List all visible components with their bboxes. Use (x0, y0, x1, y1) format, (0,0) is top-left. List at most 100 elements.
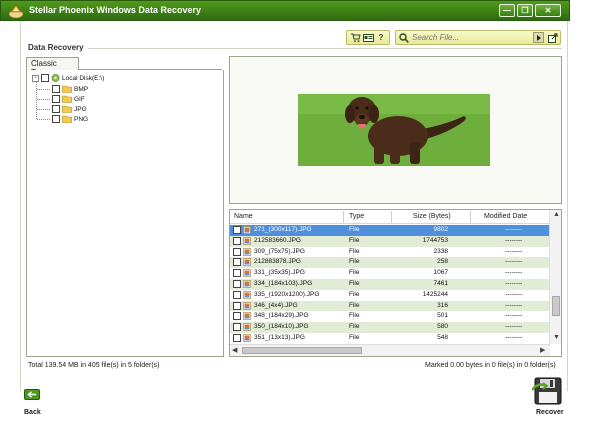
cell-modified: -------- (505, 312, 523, 320)
back-button[interactable] (24, 389, 40, 400)
table-row[interactable]: 212583660.JPG File 1744753 -------- (230, 235, 550, 247)
tree-folder-bmp[interactable]: BMP (52, 84, 88, 94)
cell-modified: -------- (505, 301, 523, 309)
scroll-down-icon[interactable]: ▼ (553, 334, 560, 341)
cell-size: 1067 (433, 269, 448, 277)
table-row[interactable]: 271_(300x117).JPG File 9802 -------- (230, 225, 550, 236)
help-icon[interactable]: ? (375, 32, 387, 43)
table-row[interactable]: 334_(184x103).JPG File 7461 -------- (230, 278, 550, 290)
cell-type: File (349, 226, 360, 233)
tree-folder-png[interactable]: PNG (52, 114, 88, 124)
vertical-scroll-thumb[interactable] (552, 296, 560, 316)
cell-modified: -------- (505, 290, 523, 298)
column-size[interactable]: Size (Bytes) (413, 213, 451, 220)
scroll-left-icon[interactable]: ◀ (232, 346, 237, 354)
row-checkbox[interactable] (233, 312, 241, 321)
floppy-recover-icon (531, 377, 562, 405)
cell-name: 346_(4x4).JPG (254, 301, 298, 309)
column-name[interactable]: Name (234, 213, 253, 220)
close-button[interactable]: ✕ (535, 4, 561, 17)
horizontal-scrollbar[interactable]: ◀ ▶ (230, 344, 550, 356)
tree-folder-label: GIF (74, 95, 85, 103)
column-separator (470, 211, 471, 223)
tab-classic-tree[interactable]: Classic Tree (26, 57, 79, 77)
cell-modified: -------- (505, 236, 523, 244)
tree-folder-gif[interactable]: GIF (52, 94, 85, 104)
recover-label[interactable]: Recover (536, 409, 564, 416)
cell-size: 501 (437, 312, 448, 320)
cell-type: File (349, 312, 360, 320)
cell-type: File (349, 290, 360, 298)
cell-modified: -------- (505, 323, 523, 331)
tree-root-local-disk[interactable]: − Local Disk(E:\) (32, 73, 104, 83)
back-arrow-icon (27, 391, 36, 398)
row-checkbox[interactable] (233, 279, 241, 288)
table-row[interactable]: 346_(4x4).JPG File 316 -------- (230, 300, 550, 312)
column-modified[interactable]: Modified Date (484, 213, 527, 220)
folder-checkbox[interactable] (52, 115, 60, 123)
cell-name: 350_(184x10).JPG (254, 323, 309, 331)
tree-connector (37, 109, 50, 110)
column-type[interactable]: Type (349, 213, 364, 220)
row-checkbox[interactable] (233, 247, 241, 256)
row-checkbox[interactable] (233, 301, 241, 310)
tree-folder-jpg[interactable]: JPG (52, 104, 87, 114)
section-divider (88, 48, 562, 49)
table-row[interactable]: 348_(184x29).JPG File 501 -------- (230, 311, 550, 322)
table-row[interactable]: 335_(1920x1200).JPG File 1425244 -------- (230, 290, 550, 301)
tree-root-label: Local Disk(E:\) (62, 74, 105, 82)
toolbar-group: ? (346, 30, 390, 45)
table-row[interactable]: 212883878.JPG File 258 -------- (230, 257, 550, 269)
row-checkbox[interactable] (233, 226, 241, 234)
card-icon[interactable] (362, 32, 374, 43)
row-checkbox[interactable] (233, 290, 241, 299)
go-arrow-icon[interactable] (533, 32, 544, 43)
cell-name: 212883878.JPG (254, 258, 301, 266)
table-row[interactable]: 350_(184x10).JPG File 580 -------- (230, 322, 550, 333)
horizontal-scroll-thumb[interactable] (242, 347, 362, 354)
back-label[interactable]: Back (24, 409, 41, 416)
folder-checkbox[interactable] (52, 95, 60, 103)
scroll-right-icon[interactable]: ▶ (540, 346, 545, 354)
cell-size: 316 (437, 301, 448, 309)
image-file-icon (243, 258, 251, 267)
export-icon[interactable] (547, 32, 558, 43)
tree-folder-label: BMP (74, 85, 89, 93)
search-input[interactable] (412, 32, 528, 43)
row-checkbox[interactable] (233, 269, 241, 278)
cell-type: File (349, 247, 360, 255)
vertical-scrollbar[interactable]: ▲ ▼ (549, 210, 561, 344)
preview-image-dog (298, 94, 490, 166)
table-row[interactable]: 331_(35x35).JPG File 1067 -------- (230, 268, 550, 279)
row-checkbox[interactable] (233, 236, 241, 245)
image-file-icon (243, 269, 251, 277)
minimize-button[interactable]: — (499, 4, 515, 17)
cell-size: 9802 (433, 226, 448, 233)
table-row[interactable]: 309_(75x75).JPG File 2338 -------- (230, 247, 550, 258)
row-checkbox[interactable] (233, 333, 241, 342)
cell-modified: -------- (505, 247, 523, 255)
cell-type: File (349, 301, 360, 309)
tree-connector (36, 81, 37, 119)
cell-size: 580 (437, 323, 448, 331)
collapse-toggle[interactable]: − (32, 74, 39, 82)
row-checkbox[interactable] (233, 323, 241, 332)
tree-connector (37, 119, 50, 120)
recover-button[interactable] (531, 376, 564, 406)
cell-name: 271_(300x117).JPG (254, 226, 312, 233)
disk-icon (51, 74, 60, 82)
cell-modified: -------- (505, 269, 523, 277)
image-file-icon (243, 290, 251, 299)
image-file-icon (243, 247, 251, 256)
folder-checkbox[interactable] (52, 105, 60, 113)
scroll-up-icon[interactable]: ▲ (553, 211, 560, 218)
root-checkbox[interactable] (41, 74, 49, 82)
table-row[interactable]: 351_(13x13).JPG File 548 -------- (230, 333, 550, 344)
cell-name: 212583660.JPG (254, 236, 301, 244)
folder-checkbox[interactable] (52, 85, 60, 93)
image-file-icon (243, 312, 251, 321)
row-checkbox[interactable] (233, 258, 241, 267)
restore-button[interactable]: ❐ (517, 4, 533, 17)
status-total: Total 139.54 MB in 405 file(s) in 5 fold… (28, 362, 160, 369)
cart-icon[interactable] (349, 32, 361, 43)
